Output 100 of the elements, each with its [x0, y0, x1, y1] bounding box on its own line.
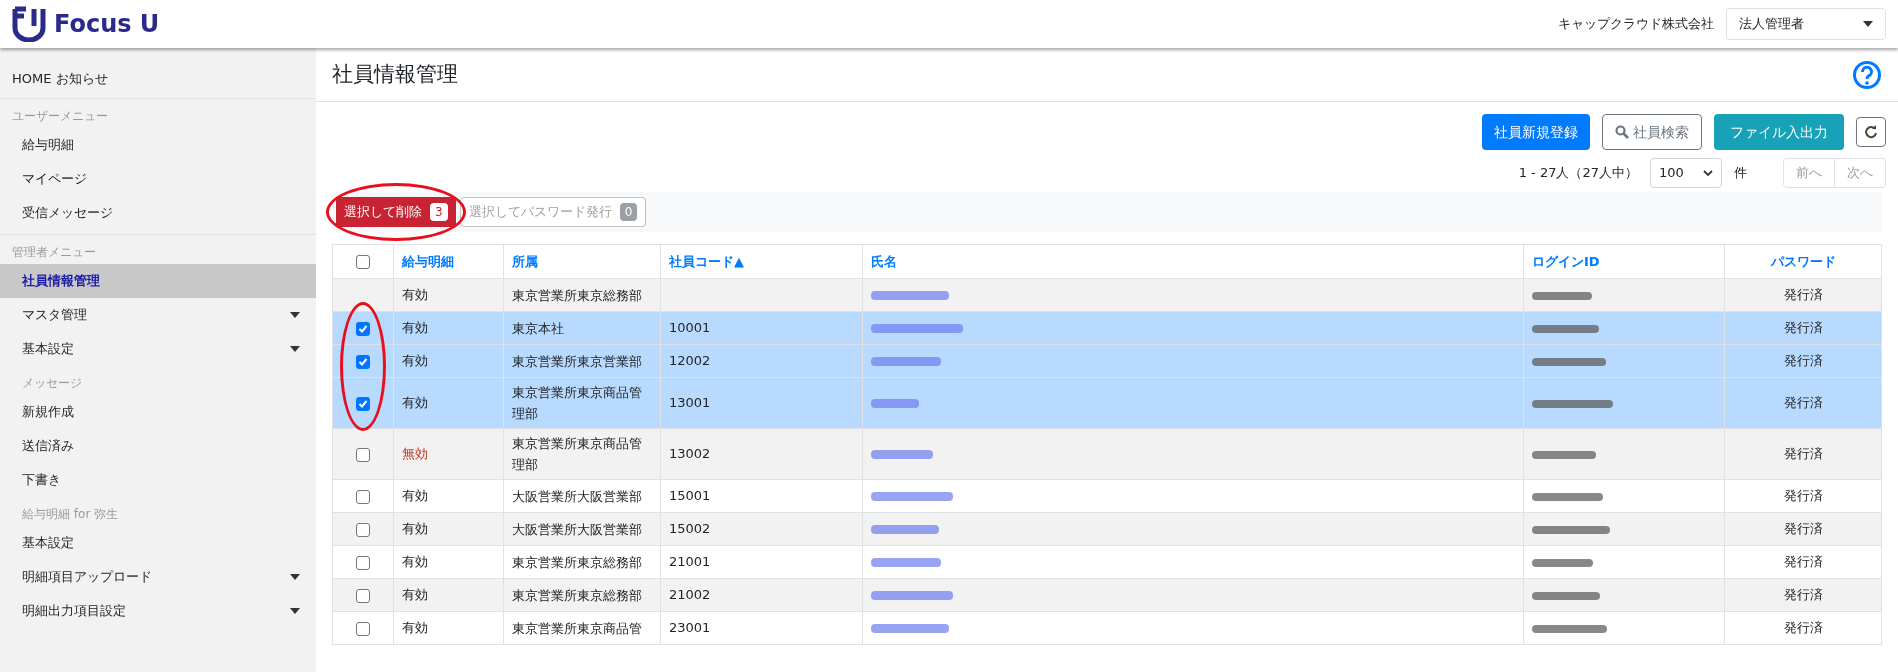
brand-name: Focus U — [54, 9, 160, 40]
table-cell: 13001 — [660, 377, 863, 429]
sidebar-item[interactable]: 明細項目アップロード — [0, 559, 316, 594]
table-cell: 大阪営業所大阪営業部 — [503, 512, 661, 546]
sidebar-item[interactable]: 受信メッセージ — [0, 195, 316, 230]
sidebar-item[interactable]: 下書き — [0, 462, 316, 497]
table-cell: 発行済 — [1724, 545, 1882, 579]
table-cell: 有効 — [393, 512, 504, 546]
table-cell: 大阪営業所大阪営業部 — [503, 479, 661, 513]
table-cell: 発行済 — [1724, 428, 1882, 480]
row-checkbox[interactable] — [356, 522, 370, 537]
table-cell: 東京営業所東京総務部 — [503, 278, 661, 312]
page-title: 社員情報管理 — [332, 60, 458, 88]
redacted-name — [871, 357, 941, 367]
redacted-login-id — [1532, 291, 1592, 300]
count-badge: 3 — [430, 203, 448, 221]
sidebar-item[interactable]: 新規作成 — [0, 394, 316, 429]
section-heading: 管理者メニュー — [11, 243, 97, 261]
refresh-button[interactable] — [1856, 117, 1886, 147]
table-cell: 発行済 — [1724, 278, 1882, 312]
table-cell: 21002 — [660, 578, 863, 612]
row-checkbox[interactable] — [356, 321, 370, 336]
delete-selected-button[interactable]: 選択して削除 3 — [336, 197, 456, 227]
column-header[interactable]: 所属 — [503, 244, 661, 279]
sidebar-item[interactable]: マスタ管理 — [0, 297, 316, 332]
table-cell: 13002 — [660, 428, 863, 480]
table-cell: 発行済 — [1724, 344, 1882, 378]
row-checkbox[interactable] — [356, 555, 370, 570]
row-checkbox[interactable] — [356, 489, 370, 504]
help-icon[interactable] — [1852, 59, 1882, 90]
redacted-login-id — [1532, 558, 1593, 567]
row-checkbox[interactable] — [356, 447, 370, 462]
table-cell: 発行済 — [1724, 578, 1882, 612]
table-cell: 有効 — [393, 578, 504, 612]
row-checkbox[interactable] — [356, 588, 370, 603]
table-cell: 有効 — [393, 344, 504, 378]
page-size-select[interactable]: 100 — [1650, 158, 1722, 188]
sidebar-item[interactable]: 社員情報管理 — [0, 263, 316, 298]
column-header[interactable]: 社員コード▲ — [660, 244, 863, 279]
section-heading: 給与明細 for 弥生 — [21, 505, 120, 523]
redacted-name — [871, 525, 939, 535]
table-cell: 有効 — [393, 479, 504, 513]
new-employee-button[interactable]: 社員新規登録 — [1482, 114, 1590, 150]
redacted-name — [871, 558, 941, 568]
column-header[interactable]: 氏名 — [862, 244, 1524, 279]
column-header[interactable]: 給与明細 — [393, 244, 504, 279]
table-cell: 有効 — [393, 611, 504, 645]
table-cell: 東京営業所東京総務部 — [503, 578, 661, 612]
column-header[interactable]: ログインID — [1523, 244, 1725, 279]
logo-icon — [12, 6, 46, 42]
column-header[interactable]: パスワード — [1724, 244, 1882, 279]
table-cell: 東京本社 — [503, 311, 661, 345]
row-checkbox[interactable] — [356, 396, 370, 411]
table-cell: 東京営業所東京総務部 — [503, 545, 661, 579]
redacted-login-id — [1532, 450, 1596, 459]
caret-icon — [1863, 21, 1873, 27]
table-cell: 発行済 — [1724, 512, 1882, 546]
table-cell: 15001 — [660, 479, 863, 513]
redacted-login-id — [1532, 492, 1603, 501]
redacted-name — [871, 450, 933, 460]
role-select[interactable]: 法人管理者 — [1726, 8, 1886, 40]
table-cell: 発行済 — [1724, 311, 1882, 345]
count-badge: 0 — [619, 203, 638, 221]
table-cell: 12002 — [660, 344, 863, 378]
sidebar-item[interactable]: 基本設定 — [0, 331, 316, 366]
result-count: 1 - 27人（27人中） — [1518, 164, 1638, 183]
redacted-name — [871, 399, 919, 409]
table-cell: 15002 — [660, 512, 863, 546]
sidebar-item[interactable]: 明細出力項目設定 — [0, 593, 316, 628]
chevron-icon — [1703, 170, 1713, 176]
sidebar-item[interactable]: 給与明細 — [0, 127, 316, 162]
table-cell: 東京営業所東京営業部 — [503, 344, 661, 378]
company-name: キャップクラウド株式会社 — [1558, 15, 1714, 34]
table-cell: 23001 — [660, 611, 863, 645]
table-cell: 東京営業所東京商品管 — [503, 611, 661, 645]
row-checkbox[interactable] — [356, 354, 370, 369]
sidebar-item[interactable]: マイページ — [0, 161, 316, 196]
table-cell: 発行済 — [1724, 611, 1882, 645]
sidebar-item[interactable]: 送信済み — [0, 428, 316, 463]
table-cell: 有効 — [393, 377, 504, 429]
section-heading: ユーザーメニュー — [11, 107, 109, 125]
table-cell: 無効 — [393, 428, 504, 480]
select-all-checkbox[interactable] — [356, 255, 370, 270]
page-size-unit: 件 — [1734, 164, 1747, 183]
table-cell: 発行済 — [1724, 377, 1882, 429]
section-heading: メッセージ — [21, 374, 83, 392]
table-cell: 有効 — [393, 545, 504, 579]
table-cell: 10001 — [660, 311, 863, 345]
refresh-icon — [1864, 125, 1878, 139]
employee-search-button[interactable]: 社員検索 — [1602, 114, 1702, 150]
sidebar-item[interactable]: 基本設定 — [0, 525, 316, 560]
table-cell: 東京営業所東京商品管理部 — [503, 428, 661, 480]
table-cell: 21001 — [660, 545, 863, 579]
redacted-login-id — [1532, 324, 1599, 333]
home-link[interactable]: HOME お知らせ — [0, 60, 316, 99]
search-icon — [1615, 125, 1629, 139]
table-cell: 有効 — [393, 311, 504, 345]
row-checkbox[interactable] — [356, 621, 370, 636]
table-cell: 東京営業所東京商品管理部 — [503, 377, 661, 429]
redacted-login-id — [1532, 591, 1600, 600]
